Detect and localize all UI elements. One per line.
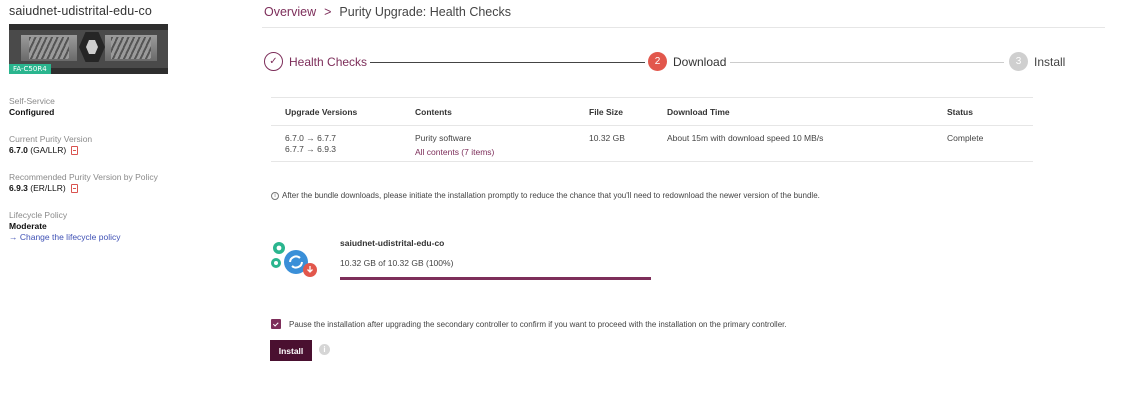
step-label: Download [673, 54, 727, 69]
array-name: saiudnet-udistrital-edu-co [9, 4, 152, 18]
breadcrumb: Overview > Purity Upgrade: Health Checks [264, 5, 511, 19]
table-header-row: Upgrade Versions Contents File Size Down… [271, 97, 1033, 126]
array-hardware-image: FA-C50R4 [9, 24, 168, 74]
breadcrumb-overview[interactable]: Overview [264, 5, 316, 19]
column-header: Download Time [653, 97, 933, 126]
all-contents-link[interactable]: All contents (7 items) [415, 147, 575, 158]
recommended-version-value: 6.9.3 [9, 183, 28, 193]
column-header: Upgrade Versions [271, 97, 401, 126]
column-header: Contents [401, 97, 575, 126]
check-icon: ✓ [264, 52, 283, 71]
current-version-info: Current Purity Version 6.7.0 (GA/LLR) [9, 134, 229, 155]
current-version-label: Current Purity Version [9, 134, 93, 144]
install-info-icon[interactable]: i [319, 344, 330, 355]
download-progress-fill [340, 277, 651, 280]
step-install: 3 Install [1009, 52, 1065, 71]
column-header: File Size [575, 97, 653, 126]
current-version-suffix: (GA/LLR) [30, 145, 67, 155]
pause-checkbox[interactable] [271, 319, 281, 329]
page-title: Purity Upgrade: Health Checks [339, 5, 512, 19]
column-header: Status [933, 97, 1033, 126]
contents-text: Purity software [415, 133, 472, 143]
bundle-download-icon [271, 242, 317, 277]
step-label: Install [1034, 54, 1066, 69]
file-size-cell: 10.32 GB [575, 125, 653, 162]
breadcrumb-separator: > [324, 5, 332, 19]
self-service-value: Configured [9, 107, 55, 117]
step-number: 3 [1009, 52, 1028, 71]
step-connector [370, 62, 645, 63]
recommended-version-label: Recommended Purity Version by Policy [9, 172, 158, 182]
step-number: 2 [648, 52, 667, 71]
version-path: 6.7.7 → 6.9.3 [285, 144, 337, 154]
pause-option-label: Pause the installation after upgrading t… [289, 319, 787, 329]
version-path: 6.7.0 → 6.7.7 [285, 133, 337, 143]
release-notes-icon[interactable] [70, 183, 78, 193]
step-connector [730, 62, 1004, 63]
lifecycle-label: Lifecycle Policy [9, 210, 68, 220]
upgrade-table: Upgrade Versions Contents File Size Down… [271, 97, 1033, 162]
status-cell: Complete [933, 125, 1033, 162]
self-service-label: Self-Service [9, 96, 55, 106]
recommended-version-info: Recommended Purity Version by Policy 6.9… [9, 172, 229, 193]
upgrade-versions-cell: 6.7.0 → 6.7.7 6.7.7 → 6.9.3 [271, 125, 401, 162]
divider [262, 27, 1105, 28]
info-icon: i [271, 191, 279, 200]
model-badge: FA-C50R4 [9, 64, 51, 74]
sidebar: saiudnet-udistrital-edu-co FA-C50R4 Self… [0, 0, 240, 404]
step-download: 2 Download [648, 52, 726, 71]
recommended-version-suffix: (ER/LLR) [30, 183, 66, 193]
release-notes-icon[interactable] [71, 145, 79, 155]
download-time-cell: About 15m with download speed 10 MB/s [653, 125, 933, 162]
current-version-value: 6.7.0 [9, 145, 28, 155]
download-note-text: After the bundle downloads, please initi… [282, 191, 820, 200]
bundle-name: saiudnet-udistrital-edu-co [340, 238, 445, 248]
step-health-checks[interactable]: ✓ Health Checks [264, 52, 367, 71]
download-progress-text: 10.32 GB of 10.32 GB (100%) [340, 258, 454, 268]
download-progress-bar [340, 277, 651, 280]
install-button[interactable]: Install [270, 340, 312, 361]
change-lifecycle-link[interactable]: → Change the lifecycle policy [9, 232, 229, 242]
lifecycle-value: Moderate [9, 221, 47, 231]
pause-option: Pause the installation after upgrading t… [271, 319, 787, 329]
download-note: i After the bundle downloads, please ini… [271, 191, 820, 200]
self-service-info: Self-Service Configured [9, 96, 229, 117]
table-row: 6.7.0 → 6.7.7 6.7.7 → 6.9.3 Purity softw… [271, 125, 1033, 162]
lifecycle-info: Lifecycle Policy Moderate → Change the l… [9, 210, 229, 242]
step-label: Health Checks [289, 54, 368, 69]
contents-cell: Purity software All contents (7 items) [401, 125, 575, 162]
